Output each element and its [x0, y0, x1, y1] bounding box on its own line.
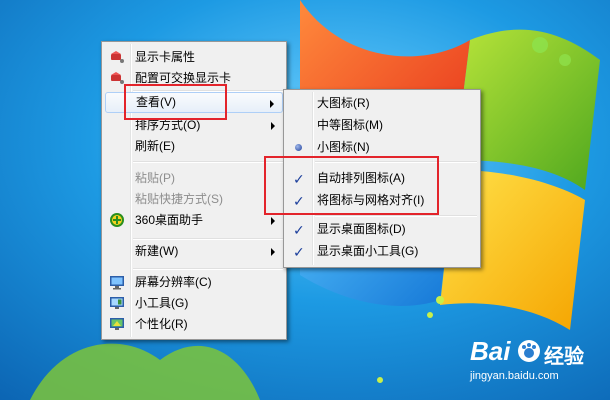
menu-item-label: 个性化(R): [135, 317, 188, 331]
menu-item-360-desktop-assistant[interactable]: 360桌面助手: [105, 210, 283, 231]
submenu-arrow-icon: [270, 100, 274, 108]
360-assistant-icon: [109, 212, 125, 228]
menu-item-label: 显示桌面图标(D): [317, 222, 406, 236]
baidu-jingyan-watermark: Bai 经验 jingyan.baidu.com: [470, 336, 605, 392]
menu-item-label: 360桌面助手: [135, 213, 204, 227]
gadgets-icon: [109, 295, 125, 311]
watermark-url: jingyan.baidu.com: [470, 370, 559, 382]
screen-resolution-icon: [109, 274, 125, 290]
submenu-arrow-icon: [271, 248, 275, 256]
watermark-brand: Bai: [470, 336, 511, 366]
menu-item-label: 屏幕分辨率(C): [135, 275, 212, 289]
menu-item-label: 中等图标(M): [317, 118, 383, 132]
submenu-arrow-icon: [271, 217, 275, 225]
menu-item-label: 粘贴(P): [135, 171, 175, 185]
menu-item-label: 新建(W): [135, 244, 179, 258]
submenu-item-show-desktop-gadgets[interactable]: ✓ 显示桌面小工具(G): [287, 241, 477, 262]
radio-selected-icon: [295, 144, 302, 151]
highlight-box-arrange-options: [264, 156, 439, 215]
paw-icon: [518, 340, 540, 362]
menu-separator: [133, 268, 283, 270]
menu-item-paste: 粘贴(P): [105, 168, 283, 189]
checkmark-icon: ✓: [293, 222, 305, 238]
menu-item-new[interactable]: 新建(W): [105, 241, 283, 262]
highlight-box-view: [124, 84, 227, 120]
menu-item-label: 小图标(N): [317, 140, 370, 154]
menu-item-screen-resolution[interactable]: 屏幕分辨率(C): [105, 272, 283, 293]
menu-item-refresh[interactable]: 刷新(E): [105, 136, 283, 157]
personalize-icon: [109, 316, 125, 332]
submenu-item-medium-icons[interactable]: 中等图标(M): [287, 115, 477, 136]
menu-item-label: 小工具(G): [135, 296, 189, 310]
switchable-graphics-icon: [109, 70, 125, 86]
menu-item-personalize[interactable]: 个性化(R): [105, 314, 283, 335]
menu-separator: [315, 215, 477, 217]
menu-item-label: 显示桌面小工具(G): [317, 244, 419, 258]
submenu-arrow-icon: [271, 122, 275, 130]
watermark-brand-suffix: 经验: [544, 346, 584, 368]
menu-item-label: 刷新(E): [135, 139, 175, 153]
menu-item-label: 粘贴快捷方式(S): [135, 192, 223, 206]
menu-item-display-card-properties[interactable]: 显示卡属性: [105, 47, 283, 68]
submenu-item-small-icons[interactable]: 小图标(N): [287, 137, 477, 158]
menu-separator: [133, 161, 283, 163]
menu-item-label: 显示卡属性: [135, 50, 196, 64]
menu-item-gadgets[interactable]: 小工具(G): [105, 293, 283, 314]
menu-separator: [133, 238, 283, 240]
submenu-item-large-icons[interactable]: 大图标(R): [287, 93, 477, 114]
display-card-icon: [109, 49, 125, 65]
menu-item-paste-shortcut: 粘贴快捷方式(S): [105, 189, 283, 210]
checkmark-icon: ✓: [293, 244, 305, 260]
submenu-item-show-desktop-icons[interactable]: ✓ 显示桌面图标(D): [287, 219, 477, 240]
menu-item-label: 大图标(R): [317, 96, 370, 110]
